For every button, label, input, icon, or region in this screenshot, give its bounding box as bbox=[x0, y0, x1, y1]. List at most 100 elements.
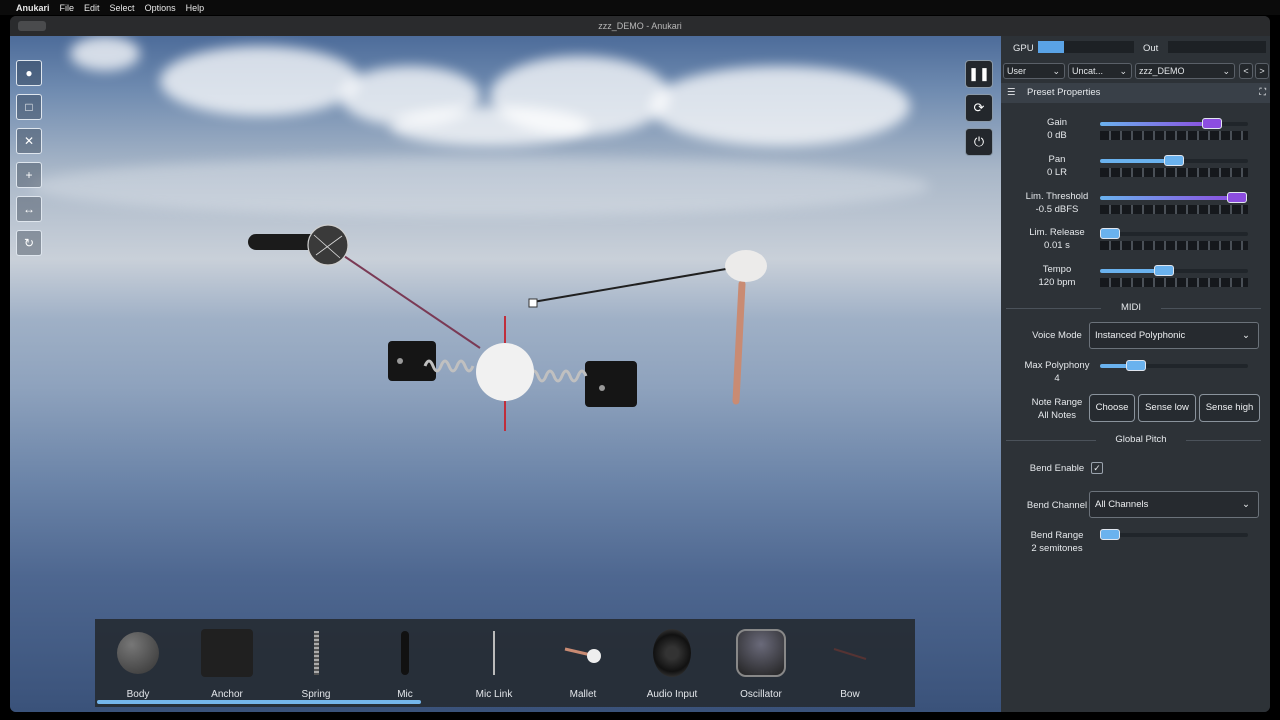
param-label: Gain 0 dB bbox=[1046, 117, 1068, 141]
camera-off-icon[interactable]: ✕ bbox=[16, 128, 42, 154]
palette-label: Audio Input bbox=[646, 689, 698, 700]
simulation-controls: ❚❚ ⟳ ⏻ bbox=[965, 60, 993, 162]
chevron-down-icon: ⌄ bbox=[1222, 66, 1230, 76]
sense-low-button[interactable]: Sense low bbox=[1138, 394, 1196, 422]
expand-icon[interactable]: ⛶ bbox=[1259, 83, 1266, 103]
lim-threshold-slider[interactable] bbox=[1100, 192, 1248, 214]
lim-release-slider[interactable] bbox=[1100, 228, 1248, 250]
palette-item-audio-input[interactable]: Audio Input bbox=[629, 625, 715, 705]
mallet-head bbox=[725, 250, 767, 282]
reset-icon[interactable]: ⟳ bbox=[965, 94, 993, 122]
palette-scrollbar[interactable] bbox=[97, 700, 421, 704]
spring-right bbox=[528, 369, 588, 383]
tempo-slider[interactable] bbox=[1100, 265, 1248, 287]
preset-dropdown-value: zzz_DEMO bbox=[1139, 66, 1185, 76]
chevron-down-icon: ⌄ bbox=[1052, 66, 1060, 76]
gpu-meter bbox=[1038, 41, 1134, 53]
param-label: Lim. Release 0.01 s bbox=[1029, 227, 1085, 251]
palette-item-anchor[interactable]: Anchor bbox=[184, 625, 270, 705]
add-body-tool-icon[interactable]: ● bbox=[16, 60, 42, 86]
body-sphere bbox=[476, 343, 534, 401]
bend-channel-value: All Channels bbox=[1095, 499, 1149, 510]
select-box-tool-icon[interactable]: □ bbox=[16, 94, 42, 120]
palette-item-body[interactable]: Body bbox=[95, 625, 181, 705]
palette-item-spring[interactable]: Spring bbox=[273, 625, 359, 705]
menu-file[interactable]: File bbox=[60, 3, 75, 13]
mic-link-icon bbox=[451, 625, 537, 681]
title-bar: zzz_DEMO - Anukari bbox=[10, 16, 1270, 36]
anchor-right bbox=[585, 361, 637, 407]
palette-item-oscillator[interactable]: Oscillator bbox=[718, 625, 804, 705]
anchor-icon bbox=[184, 625, 270, 681]
menu-select[interactable]: Select bbox=[110, 3, 135, 13]
menu-bar: Anukari File Edit Select Options Help bbox=[0, 0, 1280, 15]
preset-dropdown[interactable]: zzz_DEMO ⌄ bbox=[1135, 63, 1235, 79]
window-controls[interactable] bbox=[18, 21, 46, 31]
param-label: Lim. Threshold -0.5 dBFS bbox=[1025, 191, 1089, 215]
choose-button[interactable]: Choose bbox=[1089, 394, 1135, 422]
sense-high-button[interactable]: Sense high bbox=[1199, 394, 1260, 422]
pan-slider[interactable] bbox=[1100, 155, 1248, 177]
mic-link-line bbox=[343, 255, 481, 349]
out-label: Out bbox=[1143, 43, 1159, 54]
palette-label: Mallet bbox=[569, 689, 597, 700]
pause-icon[interactable]: ❚❚ bbox=[965, 60, 993, 88]
max-polyphony-slider[interactable] bbox=[1100, 360, 1248, 382]
palette-item-mallet[interactable]: Mallet bbox=[540, 625, 626, 705]
camera-rotate-icon[interactable]: ↻ bbox=[16, 230, 42, 256]
palette-label: Mic Link bbox=[475, 689, 513, 700]
mic-icon bbox=[362, 625, 448, 681]
mallet-icon bbox=[540, 625, 626, 681]
scene-objects[interactable] bbox=[10, 36, 1001, 712]
next-preset-button[interactable]: > bbox=[1255, 63, 1269, 79]
cursor bbox=[528, 298, 538, 308]
camera-add-icon[interactable]: + bbox=[16, 162, 42, 188]
output-meter bbox=[1168, 41, 1266, 53]
3d-viewport[interactable]: ● □ ✕ + ↔ ↻ ❚❚ ⟳ ⏻ Body Anchor Spring Mi… bbox=[10, 36, 1001, 712]
palette-label: Bow bbox=[840, 689, 860, 700]
speaker-icon bbox=[629, 625, 715, 681]
category-dropdown-value: Uncat... bbox=[1072, 66, 1104, 76]
palette-label: Mic bbox=[397, 689, 413, 700]
chevron-down-icon: ⌄ bbox=[1242, 499, 1250, 510]
palette-label: Anchor bbox=[211, 689, 243, 700]
bend-channel-dropdown[interactable]: All Channels ⌄ bbox=[1089, 491, 1259, 518]
max-polyphony-label: Max Polyphony 4 bbox=[1024, 360, 1090, 384]
sliders-icon: ☰ bbox=[1007, 87, 1016, 98]
palette-label: Spring bbox=[301, 689, 331, 700]
palette-item-mic[interactable]: Mic bbox=[362, 625, 448, 705]
user-dropdown[interactable]: User ⌄ bbox=[1003, 63, 1065, 79]
section-title: Preset Properties bbox=[1027, 87, 1101, 98]
global-pitch-heading: Global Pitch bbox=[1096, 434, 1186, 445]
voice-mode-value: Instanced Polyphonic bbox=[1095, 330, 1186, 341]
palette-item-bow[interactable]: Bow bbox=[807, 625, 893, 705]
menu-help[interactable]: Help bbox=[186, 3, 205, 13]
app-window: zzz_DEMO - Anukari ● □ ✕ + ↔ ↻ ❚❚ ⟳ ⏻ Bo… bbox=[10, 16, 1270, 712]
gpu-label: GPU bbox=[1013, 43, 1034, 54]
param-label: Pan 0 LR bbox=[1046, 154, 1068, 178]
bend-enable-checkbox[interactable]: ✓ bbox=[1091, 462, 1103, 474]
category-dropdown[interactable]: Uncat... ⌄ bbox=[1068, 63, 1132, 79]
menu-app-name[interactable]: Anukari bbox=[16, 3, 50, 13]
prev-preset-button[interactable]: < bbox=[1239, 63, 1253, 79]
bend-range-slider[interactable] bbox=[1100, 529, 1248, 551]
palette-item-mic-link[interactable]: Mic Link bbox=[451, 625, 537, 705]
window-title: zzz_DEMO - Anukari bbox=[598, 21, 682, 31]
midi-heading: MIDI bbox=[1101, 302, 1161, 313]
oscillator-icon bbox=[718, 625, 804, 681]
mallet-link-line bbox=[532, 268, 727, 303]
left-toolbar: ● □ ✕ + ↔ ↻ bbox=[16, 60, 42, 264]
chevron-down-icon: ⌄ bbox=[1242, 330, 1250, 341]
menu-edit[interactable]: Edit bbox=[84, 3, 100, 13]
entity-palette: Body Anchor Spring Mic Mic Link Mallet A… bbox=[95, 619, 915, 707]
power-icon[interactable]: ⏻ bbox=[965, 128, 993, 156]
spring-icon bbox=[273, 625, 359, 681]
menu-options[interactable]: Options bbox=[145, 3, 176, 13]
bend-range-label: Bend Range 2 semitones bbox=[1030, 530, 1084, 554]
gain-slider[interactable] bbox=[1100, 118, 1248, 140]
palette-label: Body bbox=[126, 689, 150, 700]
voice-mode-dropdown[interactable]: Instanced Polyphonic ⌄ bbox=[1089, 322, 1259, 349]
camera-pan-icon[interactable]: ↔ bbox=[16, 196, 42, 222]
user-dropdown-value: User bbox=[1007, 66, 1027, 76]
section-header[interactable]: ☰ Preset Properties ⛶ bbox=[1001, 83, 1270, 103]
